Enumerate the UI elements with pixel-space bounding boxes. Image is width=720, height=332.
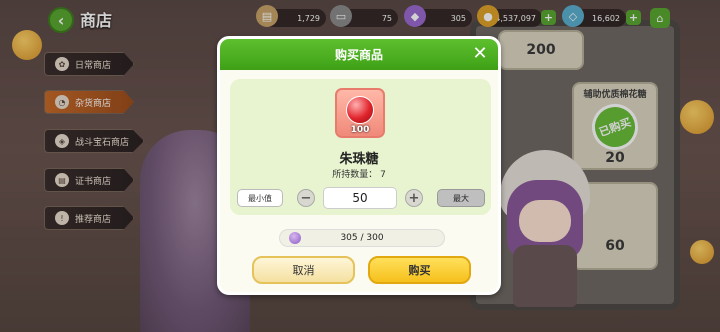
increase-button[interactable]: + [405, 189, 423, 207]
quantity-input[interactable]: 50 [323, 187, 397, 209]
plus-icon: + [408, 190, 420, 206]
item-thumbnail: 100 [335, 88, 385, 138]
item-name: 朱珠糖 [339, 152, 379, 167]
dialog-header: 购买商品 ✕ [220, 39, 498, 70]
min-quantity-button[interactable]: 最小值 [237, 189, 283, 207]
quantity-stepper: 最小值 − 50 + 最大 [237, 187, 487, 209]
max-quantity-button[interactable]: 最大 [437, 189, 485, 207]
close-icon: ✕ [472, 43, 488, 64]
dialog-title: 购买商品 [334, 48, 383, 62]
decrease-button[interactable]: − [297, 189, 315, 207]
red-candy-icon [346, 96, 374, 124]
cost-text: 305 / 300 [340, 233, 384, 243]
purchase-dialog: 购买商品 ✕ 100 朱珠糖 所持数量： 7 最小值 − 50 + 最大 305… [217, 36, 501, 295]
item-bundle-count: 100 [350, 125, 370, 135]
cost-display: 305 / 300 [279, 229, 445, 247]
owned-quantity: 所持数量： 7 [332, 170, 386, 180]
cancel-button[interactable]: 取消 [252, 256, 355, 284]
close-button[interactable]: ✕ [470, 44, 490, 64]
buy-button[interactable]: 购买 [368, 256, 471, 284]
minus-icon: − [300, 190, 312, 206]
